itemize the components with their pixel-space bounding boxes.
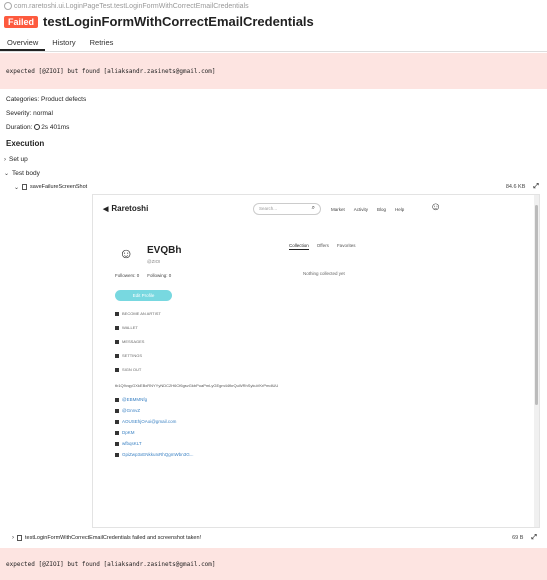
wallet-icon bbox=[115, 325, 119, 330]
duration-label: Duration: bbox=[6, 124, 33, 131]
chevron-right-icon: › bbox=[12, 535, 14, 541]
nav-blog: Blog bbox=[377, 207, 387, 212]
step-row[interactable]: › testLoginFormWithCorrectEmailCredentia… bbox=[12, 534, 537, 542]
execution-title: Execution bbox=[6, 139, 45, 148]
tab-retries[interactable]: Retries bbox=[83, 35, 121, 51]
profile-avatar-icon: ☺ bbox=[119, 245, 134, 261]
attachment-name: saveFailureScreenShot bbox=[30, 184, 88, 190]
social-link: DpKM bbox=[115, 430, 135, 435]
file-icon bbox=[22, 184, 28, 190]
menu-label: WALLET bbox=[122, 325, 138, 330]
chevron-right-icon: › bbox=[4, 156, 6, 163]
duration: Duration: 2s 401ms bbox=[6, 124, 69, 131]
web-icon bbox=[115, 452, 119, 457]
status-badge: Failed bbox=[4, 15, 39, 28]
menu-label: SETTINGS bbox=[122, 353, 143, 358]
menu-label: MESSAGES bbox=[122, 339, 145, 344]
tab-overview[interactable]: Overview bbox=[0, 35, 46, 51]
menu-label: BECOME AN ARTIST bbox=[122, 311, 161, 316]
gear-icon bbox=[115, 353, 119, 358]
chevron-down-icon: ⌄ bbox=[4, 171, 10, 177]
logo-text: Raretoshi bbox=[111, 204, 149, 213]
chevron-down-icon: ⌄ bbox=[14, 184, 20, 191]
search-input: Search... ⌕ bbox=[253, 203, 321, 215]
categories: Categories: Product defects bbox=[6, 96, 87, 103]
user-icon: ☺ bbox=[430, 201, 442, 213]
social-link: @EBMMNfg bbox=[115, 397, 147, 402]
profile-tab-favorites: Favorites bbox=[336, 243, 356, 248]
screenshot-scrollbar[interactable] bbox=[534, 195, 539, 527]
expand-icon[interactable]: ⤢ bbox=[531, 534, 537, 542]
duration-value: 2s 401ms bbox=[41, 124, 70, 131]
discord-icon bbox=[115, 441, 119, 446]
wallet-address: tb1Q9vqyGXkEBxRNYYyNDC2H6Cf6gsvGkbPoaPmL… bbox=[115, 383, 279, 388]
step-label: testLoginFormWithCorrectEmailCredentials… bbox=[25, 535, 202, 541]
setup-label: Set up bbox=[9, 156, 28, 163]
menu-sign-out: SIGN OUT bbox=[115, 367, 141, 372]
message-icon bbox=[115, 339, 119, 344]
social-link: wfbqsKLT bbox=[115, 441, 142, 446]
copy-icon[interactable] bbox=[4, 2, 12, 10]
raretoshi-logo: ◀ Raretoshi bbox=[103, 204, 148, 213]
social-label: @GnnvZ bbox=[122, 408, 141, 413]
profile-tab-offers: Offers bbox=[316, 243, 329, 248]
page-title: testLoginFormWithCorrectEmailCredentials bbox=[43, 14, 314, 29]
screenshot-attachment: ◀ Raretoshi Search... ⌕ Market Activity … bbox=[92, 194, 540, 528]
social-link: @GnnvZ bbox=[115, 408, 140, 413]
severity: Severity: normal bbox=[6, 110, 53, 117]
attachment-row[interactable]: ⌄ saveFailureScreenShot 84.6 KB ⤢ bbox=[14, 183, 539, 191]
followers-count: Followers: 0 bbox=[115, 273, 140, 278]
nav-market: Market bbox=[331, 207, 345, 212]
setup-row[interactable]: › Set up bbox=[4, 156, 28, 163]
twitter-icon bbox=[115, 408, 119, 413]
mail-icon bbox=[115, 419, 119, 424]
attachment-size: 84.6 KB bbox=[505, 184, 526, 190]
sign-out-icon bbox=[115, 367, 119, 372]
search-icon: ⌕ bbox=[311, 205, 315, 211]
title-row: Failed testLoginFormWithCorrectEmailCred… bbox=[4, 14, 314, 29]
menu-label: SIGN OUT bbox=[122, 367, 142, 372]
test-body-row[interactable]: ⌄ Test body bbox=[4, 170, 40, 177]
edit-profile-button: Edit Profile bbox=[115, 290, 172, 301]
file-icon bbox=[17, 535, 22, 541]
step-size: 69 B bbox=[512, 535, 524, 541]
error-message-top: expected [@ZIOI] but found [aliaksandr.z… bbox=[0, 53, 547, 89]
social-label: wfbqsKLT bbox=[122, 441, 142, 446]
search-placeholder: Search... bbox=[259, 206, 278, 211]
expand-icon[interactable]: ⤢ bbox=[533, 183, 539, 191]
profile-name: EVQBh bbox=[147, 245, 182, 256]
tab-bar: Overview History Retries bbox=[0, 35, 547, 52]
nav-help: Help bbox=[395, 207, 405, 212]
logo-mark-icon: ◀ bbox=[103, 205, 109, 213]
error-message-bottom: expected [@ZIOI] but found [aliaksandr.z… bbox=[0, 548, 547, 580]
menu-become-artist: BECOME AN ARTIST bbox=[115, 311, 161, 316]
social-link: AOUSEhjOAoi@gmail.com bbox=[115, 419, 176, 424]
tab-history[interactable]: History bbox=[45, 35, 82, 51]
clock-icon bbox=[34, 124, 41, 130]
instagram-icon bbox=[115, 397, 119, 402]
menu-messages: MESSAGES bbox=[115, 339, 144, 344]
link-icon bbox=[115, 430, 119, 435]
breadcrumb-text: com.raretoshi.ui.LoginPageTest.testLogin… bbox=[14, 2, 249, 10]
social-label: DpKM bbox=[122, 430, 135, 435]
following-count: Following: 0 bbox=[147, 273, 172, 278]
profile-handle: @ZIOI bbox=[147, 259, 161, 264]
artist-icon bbox=[115, 311, 119, 316]
menu-settings: SETTINGS bbox=[115, 353, 142, 358]
breadcrumb: com.raretoshi.ui.LoginPageTest.testLogin… bbox=[4, 2, 249, 10]
profile-tab-collection: Collection bbox=[289, 243, 309, 250]
social-label: GpiZwp3xENkkuIxRhQgmWbn3G... bbox=[122, 452, 194, 457]
site-nav: Market Activity Blog Help bbox=[331, 207, 404, 212]
nav-activity: Activity bbox=[353, 207, 369, 212]
social-label: AOUSEhjOAoi@gmail.com bbox=[122, 419, 177, 424]
follow-counts: Followers: 0 Following: 0 bbox=[115, 273, 171, 278]
menu-wallet: WALLET bbox=[115, 325, 138, 330]
social-label: @EBMMNfg bbox=[122, 397, 148, 402]
test-body-label: Test body bbox=[12, 170, 40, 177]
social-link: GpiZwp3xENkkuIxRhQgmWbn3G... bbox=[115, 452, 194, 457]
empty-collection-message: Nothing collected yet bbox=[303, 271, 345, 276]
profile-tabs: Collection Offers Favorites bbox=[289, 243, 355, 250]
